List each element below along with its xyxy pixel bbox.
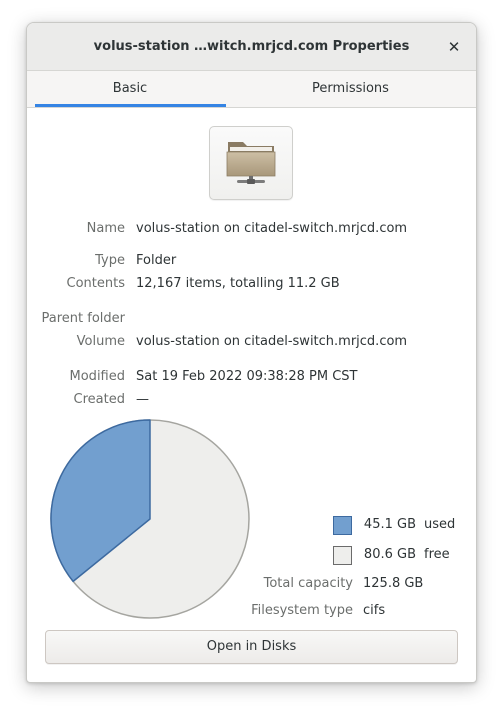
contents-value: 12,167 items, totalling 11.2 GB — [136, 276, 340, 291]
tab-bar: Basic Permissions — [27, 71, 476, 108]
modified-value: Sat 19 Feb 2022 09:38:28 PM CST — [136, 369, 358, 384]
used-color-swatch — [333, 516, 352, 535]
tab-basic[interactable]: Basic — [35, 71, 225, 107]
modified-label: Modified — [69, 369, 125, 384]
total-capacity-value: 125.8 GB — [363, 576, 424, 591]
folder-icon-button[interactable] — [209, 126, 293, 200]
name-value: volus-station on citadel-switch.mrjcd.co… — [136, 221, 408, 236]
tab-selected-indicator — [35, 104, 226, 107]
contents-label: Contents — [66, 276, 125, 291]
filesystem-type-label: Filesystem type — [251, 603, 353, 618]
open-in-disks-button[interactable]: Open in Disks — [45, 630, 458, 664]
type-value: Folder — [136, 253, 177, 268]
total-capacity-label: Total capacity — [263, 576, 353, 591]
close-icon: ✕ — [447, 38, 461, 56]
window-title: volus-station …witch.mrjcd.com Propertie… — [93, 39, 410, 54]
volume-value: volus-station on citadel-switch.mrjcd.co… — [136, 334, 408, 349]
close-button[interactable]: ✕ — [442, 35, 466, 59]
volume-label: Volume — [76, 334, 125, 349]
name-label: Name — [86, 221, 125, 236]
created-label: Created — [73, 392, 125, 407]
used-value: 45.1 GB — [363, 517, 416, 532]
free-value: 80.6 GB — [363, 547, 416, 562]
titlebar: volus-station …witch.mrjcd.com Propertie… — [27, 23, 476, 71]
free-label: free — [424, 547, 450, 562]
free-color-swatch — [333, 546, 352, 565]
used-label: used — [424, 517, 456, 532]
folder-remote-icon — [226, 142, 276, 184]
parent-folder-label: Parent folder — [41, 311, 125, 326]
tab-permissions[interactable]: Permissions — [225, 71, 476, 107]
created-value: — — [136, 392, 149, 407]
filesystem-type-value: cifs — [363, 603, 386, 618]
properties-dialog: volus-station …witch.mrjcd.com Propertie… — [26, 22, 477, 683]
type-label: Type — [95, 253, 125, 268]
